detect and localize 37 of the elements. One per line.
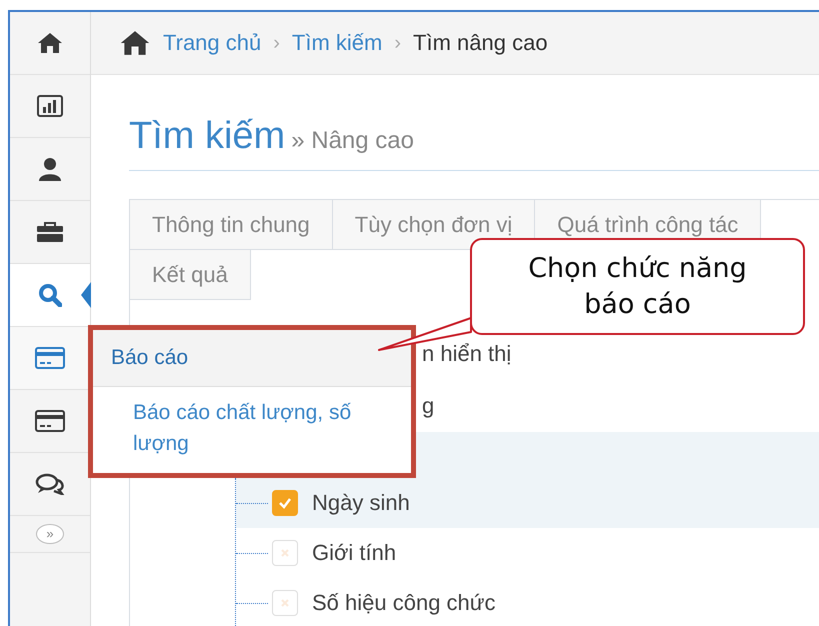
briefcase-icon xyxy=(36,221,64,243)
page-subtitle: » Nâng cao xyxy=(291,127,414,155)
field-label: Số hiệu công chức xyxy=(312,590,496,616)
bar-chart-icon xyxy=(37,95,63,117)
sidebar-item[interactable] xyxy=(10,264,90,327)
field-label: Giới tính xyxy=(312,540,396,566)
tab[interactable]: Thông tin chung xyxy=(130,200,333,250)
chat-icon xyxy=(35,473,65,495)
menu-item[interactable]: Báo cáo chất lượng, số lượng xyxy=(93,387,411,473)
breadcrumb-separator: › xyxy=(394,32,402,54)
page-title: Tìm kiếm xyxy=(129,115,286,158)
home-icon xyxy=(37,32,63,54)
checkmark-icon xyxy=(278,497,292,509)
tree-label: g xyxy=(422,393,434,419)
breadcrumb-link[interactable]: Tìm kiếm xyxy=(292,30,382,56)
callout-tooltip: Chọn chức năng báo cáo xyxy=(470,238,805,335)
active-pointer-icon xyxy=(81,282,91,308)
breadcrumb-current: Tìm nâng cao xyxy=(413,30,548,56)
cross-icon xyxy=(280,598,290,608)
cross-icon xyxy=(280,548,290,558)
tab[interactable]: Kết quả xyxy=(130,250,251,300)
expand-button[interactable]: » xyxy=(36,524,64,544)
tree-label: n hiển thị xyxy=(422,341,512,367)
checkbox[interactable] xyxy=(272,590,298,616)
checkbox[interactable] xyxy=(272,490,298,516)
home-icon xyxy=(119,30,151,56)
tab[interactable]: Tùy chọn đơn vị xyxy=(332,200,536,250)
breadcrumb-separator: › xyxy=(273,32,280,54)
field-label: Ngày sinh xyxy=(312,490,410,516)
menu-header: Báo cáo xyxy=(93,330,411,387)
checkbox[interactable] xyxy=(272,540,298,566)
sidebar-item[interactable] xyxy=(10,327,90,390)
breadcrumb-link[interactable]: Trang chủ xyxy=(163,30,262,56)
search-icon xyxy=(38,283,62,307)
user-icon xyxy=(38,157,62,181)
card-icon xyxy=(35,410,65,432)
card-icon xyxy=(35,347,65,369)
